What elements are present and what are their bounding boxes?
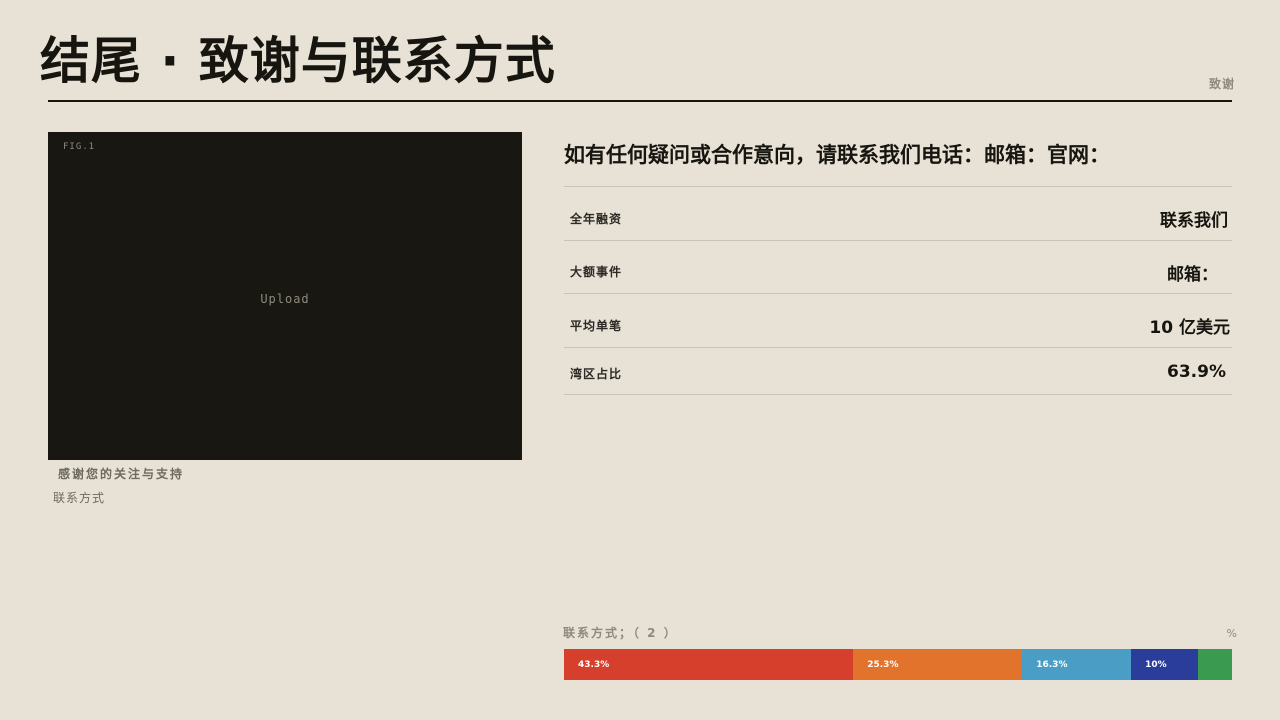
stat-label: 全年融资 bbox=[570, 212, 623, 226]
bar-segment bbox=[1197, 649, 1232, 680]
breakdown-unit: % bbox=[1226, 627, 1237, 640]
section-tag: 致谢 bbox=[1208, 77, 1235, 91]
stat-row: 平均单笔 10 亿美元 bbox=[564, 294, 1232, 348]
breakdown-label: 联系方式；（ 2 ） bbox=[563, 626, 678, 640]
upload-label[interactable]: Upload bbox=[48, 292, 522, 306]
stat-value: 63.9% bbox=[1167, 362, 1226, 382]
contact-headline: 如有任何疑问或合作意向，请联系我们电话：邮箱：官网： bbox=[564, 143, 1110, 167]
stat-row: 大额事件 邮箱： bbox=[564, 241, 1232, 294]
image-placeholder[interactable]: FIG.1 Upload bbox=[48, 132, 522, 460]
segment-label: 10% bbox=[1145, 660, 1167, 670]
stat-label: 平均单笔 bbox=[570, 319, 623, 333]
figure-caption: 感谢您的关注与支持 bbox=[58, 467, 185, 481]
stat-row: 全年融资 联系我们 bbox=[564, 187, 1232, 241]
title-divider bbox=[48, 100, 1232, 102]
segment-label: 43.3% bbox=[578, 660, 610, 670]
segment-label: 16.3% bbox=[1036, 660, 1068, 670]
segment-label: 25.3% bbox=[867, 660, 899, 670]
stat-label: 大额事件 bbox=[570, 265, 623, 279]
stat-label: 湾区占比 bbox=[570, 367, 623, 381]
bar-segment: 25.3% bbox=[853, 649, 1023, 680]
page-title: 结尾 · 致谢与联系方式 bbox=[40, 32, 556, 90]
bar-segment: 10% bbox=[1131, 649, 1198, 680]
stacked-bar: 43.3% 25.3% 16.3% 10% bbox=[564, 649, 1232, 680]
bar-segment: 16.3% bbox=[1022, 649, 1132, 680]
bar-segment: 43.3% bbox=[564, 649, 854, 680]
stat-value: 邮箱： bbox=[1167, 265, 1218, 285]
stat-value: 10 亿美元 bbox=[1149, 318, 1230, 338]
stat-value: 联系我们 bbox=[1160, 211, 1228, 231]
figure-subcaption: 联系方式 bbox=[53, 491, 106, 505]
figure-label: FIG.1 bbox=[63, 142, 96, 152]
stat-row: 湾区占比 63.9% bbox=[564, 348, 1232, 395]
